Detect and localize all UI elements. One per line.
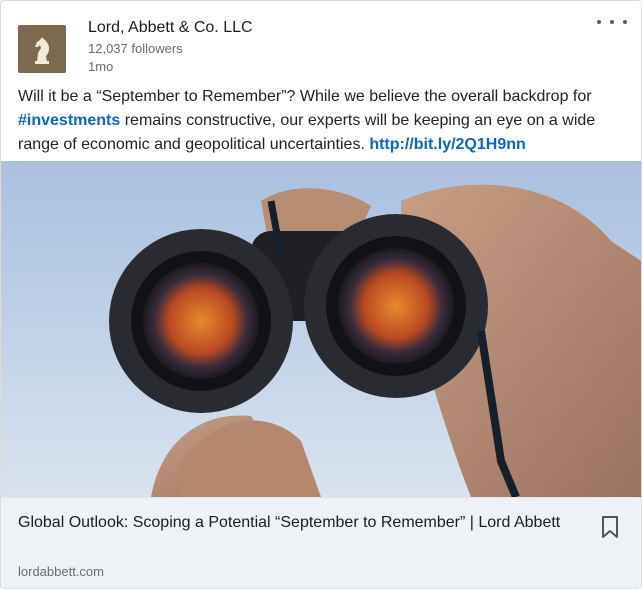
menu-dot [623,20,627,24]
link-preview[interactable]: Global Outlook: Scoping a Potential “Sep… [1,497,641,588]
post-card: Lord, Abbett & Co. LLC 12,037 followers … [0,0,642,589]
menu-dot [610,20,614,24]
short-link[interactable]: http://bit.ly/2Q1H9nn [369,136,525,153]
post-header: Lord, Abbett & Co. LLC 12,037 followers … [1,1,641,81]
post-text-start: Will it be a “September to Remember”? Wh… [18,88,592,105]
follower-count: 12,037 followers [88,41,183,56]
hashtag-link[interactable]: #investments [18,112,120,129]
chess-knight-icon [35,37,50,64]
company-name[interactable]: Lord, Abbett & Co. LLC [88,19,253,37]
bookmark-icon[interactable] [601,516,619,538]
post-text: Will it be a “September to Remember”? Wh… [18,85,618,157]
post-time: 1mo [88,59,114,74]
more-options-icon[interactable] [597,11,627,33]
preview-domain: lordabbett.com [18,564,104,579]
bookmark-glyph [602,516,618,538]
preview-title[interactable]: Global Outlook: Scoping a Potential “Sep… [18,512,578,533]
menu-dot [597,20,601,24]
company-logo[interactable] [18,25,66,73]
preview-image[interactable] [1,161,641,497]
binoculars-image [1,161,641,497]
